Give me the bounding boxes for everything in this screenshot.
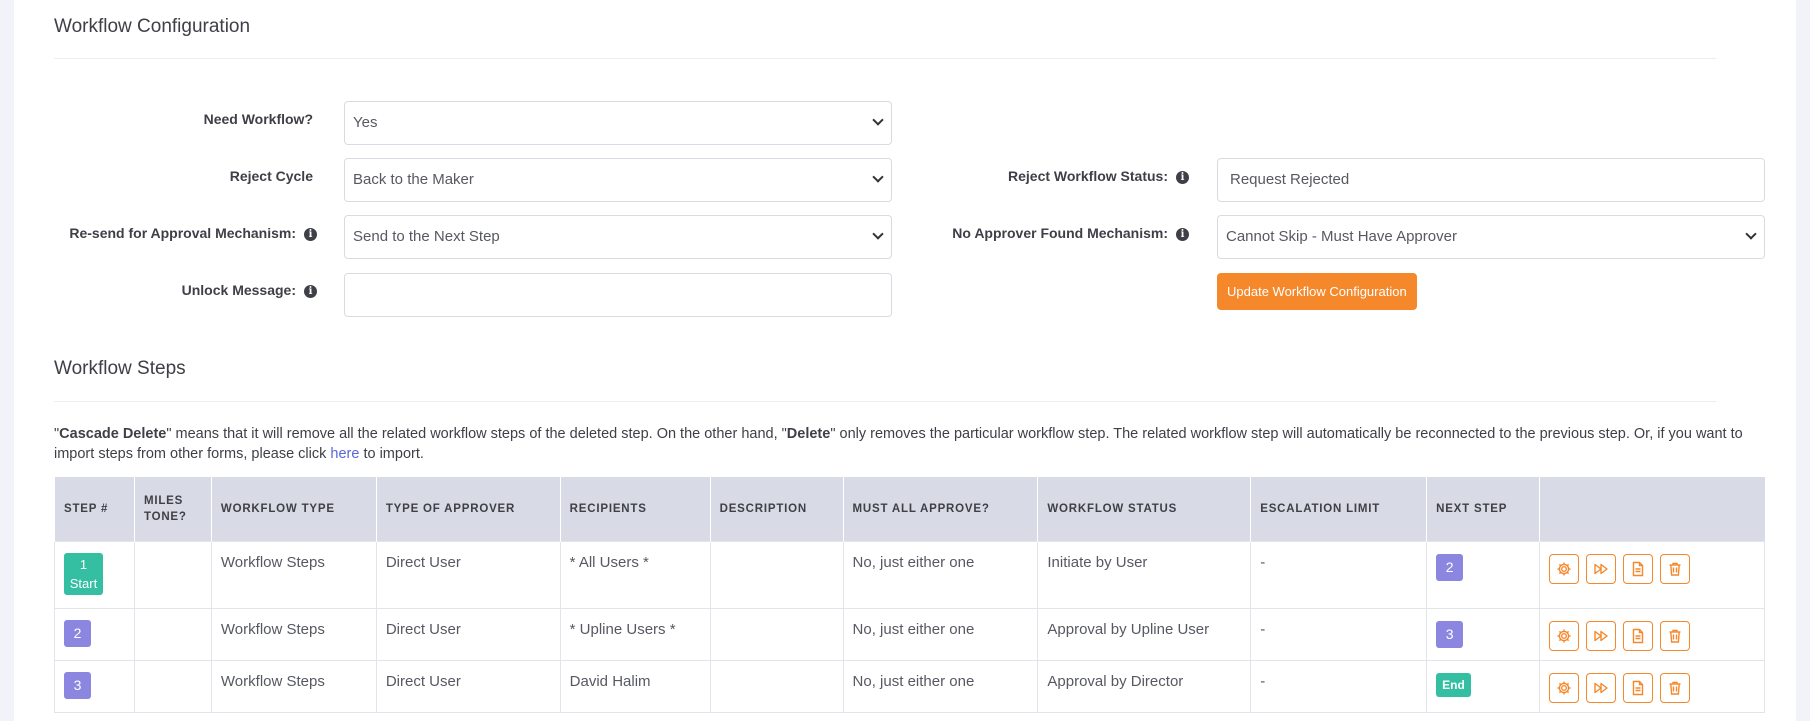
skip-step-button[interactable] — [1586, 553, 1617, 584]
unlock-message-label: Unlock Message: i — [182, 282, 317, 298]
step-badge[interactable]: 3 — [64, 671, 91, 699]
row-actions — [1539, 659, 1765, 713]
row-actions — [1539, 540, 1765, 609]
description-cell — [709, 607, 844, 661]
divider — [54, 58, 1716, 59]
resend-mechanism-label: Re-send for Approval Mechanism: i — [69, 225, 317, 241]
recipients-cell: * All Users * — [559, 540, 711, 609]
approver-type-cell: Direct User — [375, 659, 561, 713]
recipients-cell: David Halim — [559, 659, 711, 713]
column-header: NEXT STEP — [1426, 477, 1540, 541]
no-approver-label: No Approver Found Mechanism: i — [952, 225, 1189, 241]
must-all-approve-cell: No, just either one — [842, 540, 1039, 609]
workflow-type-cell: Workflow Steps — [210, 659, 377, 713]
settings-button[interactable] — [1549, 620, 1580, 651]
no-approver-select[interactable]: Cannot Skip - Must Have Approver — [1217, 215, 1765, 259]
divider — [54, 401, 1716, 402]
step-badge[interactable]: 2 — [64, 619, 91, 647]
table-row: 3 Workflow Steps Direct User David Halim… — [54, 659, 1765, 713]
milestone-cell — [133, 659, 212, 713]
workflow-status-cell: Initiate by User — [1037, 540, 1252, 609]
info-icon[interactable]: i — [304, 285, 317, 298]
section-title-steps: Workflow Steps — [54, 358, 186, 379]
row-actions — [1539, 607, 1765, 661]
details-button[interactable] — [1623, 672, 1654, 703]
reject-cycle-label: Reject Cycle — [229, 168, 313, 184]
settings-button[interactable] — [1549, 672, 1580, 703]
milestone-cell — [133, 607, 212, 661]
settings-button[interactable] — [1549, 553, 1580, 584]
next-step-end-badge[interactable]: End — [1436, 672, 1471, 697]
escalation-limit-cell: - — [1250, 659, 1428, 713]
milestone-cell — [133, 540, 212, 609]
info-icon[interactable]: i — [304, 228, 317, 241]
table-row: 1 Start Workflow Steps Direct User * All … — [54, 540, 1765, 609]
need-workflow-select[interactable]: Yes — [344, 101, 892, 145]
chevron-down-icon — [872, 171, 884, 183]
workflow-status-cell: Approval by Upline User — [1037, 607, 1252, 661]
step-badge[interactable]: 1 Start — [64, 552, 103, 595]
must-all-approve-cell: No, just either one — [842, 607, 1039, 661]
workflow-type-cell: Workflow Steps — [210, 607, 377, 661]
column-header: STEP # — [54, 477, 135, 541]
column-header: DESCRIPTION — [709, 477, 844, 541]
escalation-limit-cell: - — [1250, 540, 1428, 609]
details-button[interactable] — [1623, 620, 1654, 651]
column-header: WORKFLOW STATUS — [1037, 477, 1251, 541]
description-cell — [709, 540, 844, 609]
column-header: WORKFLOW TYPE — [210, 477, 377, 541]
chevron-down-icon — [1745, 228, 1757, 240]
table-header-row: STEP # MILES TONE? WORKFLOW TYPE TYPE OF… — [54, 477, 1765, 541]
column-header: MUST ALL APPROVE? — [842, 477, 1038, 541]
reject-cycle-select[interactable]: Back to the Maker — [344, 158, 892, 202]
info-icon[interactable]: i — [1176, 228, 1189, 241]
delete-button[interactable] — [1660, 553, 1691, 584]
recipients-cell: * Upline Users * — [559, 607, 711, 661]
must-all-approve-cell: No, just either one — [842, 659, 1039, 713]
reject-status-label: Reject Workflow Status: i — [1008, 168, 1189, 184]
column-header-actions — [1539, 477, 1765, 541]
reject-status-input[interactable]: Request Rejected — [1217, 158, 1765, 202]
table-row: 2 Workflow Steps Direct User * Upline Us… — [54, 607, 1765, 661]
escalation-limit-cell: - — [1250, 607, 1428, 661]
details-button[interactable] — [1623, 553, 1654, 584]
info-icon[interactable]: i — [1176, 171, 1189, 184]
skip-step-button[interactable] — [1586, 672, 1617, 703]
delete-button[interactable] — [1660, 620, 1691, 651]
update-configuration-button[interactable]: Update Workflow Configuration — [1217, 273, 1417, 310]
column-header: TYPE OF APPROVER — [375, 477, 561, 541]
import-here-link[interactable]: here — [330, 446, 359, 462]
approver-type-cell: Direct User — [375, 540, 561, 609]
description-cell — [709, 659, 844, 713]
approver-type-cell: Direct User — [375, 607, 561, 661]
next-step-badge[interactable]: 3 — [1436, 620, 1464, 648]
chevron-down-icon — [872, 114, 884, 126]
section-title-configuration: Workflow Configuration — [54, 16, 251, 37]
need-workflow-label: Need Workflow? — [203, 111, 313, 127]
workflow-status-cell: Approval by Director — [1037, 659, 1252, 713]
column-header: MILES TONE? — [133, 477, 212, 541]
column-header: RECIPIENTS — [559, 477, 711, 541]
column-header: ESCALATION LIMIT — [1250, 477, 1427, 541]
main-card: Workflow Configuration Need Workflow? Ye… — [14, 0, 1796, 721]
unlock-message-input[interactable] — [344, 273, 892, 317]
delete-button[interactable] — [1660, 672, 1691, 703]
resend-mechanism-select[interactable]: Send to the Next Step — [344, 215, 892, 259]
next-step-badge[interactable]: 2 — [1436, 553, 1464, 581]
workflow-type-cell: Workflow Steps — [210, 540, 377, 609]
chevron-down-icon — [872, 228, 884, 240]
steps-description: "Cascade Delete" means that it will remo… — [54, 426, 1743, 462]
workflow-steps-table: STEP # MILES TONE? WORKFLOW TYPE TYPE OF… — [54, 477, 1765, 713]
skip-step-button[interactable] — [1586, 620, 1617, 651]
